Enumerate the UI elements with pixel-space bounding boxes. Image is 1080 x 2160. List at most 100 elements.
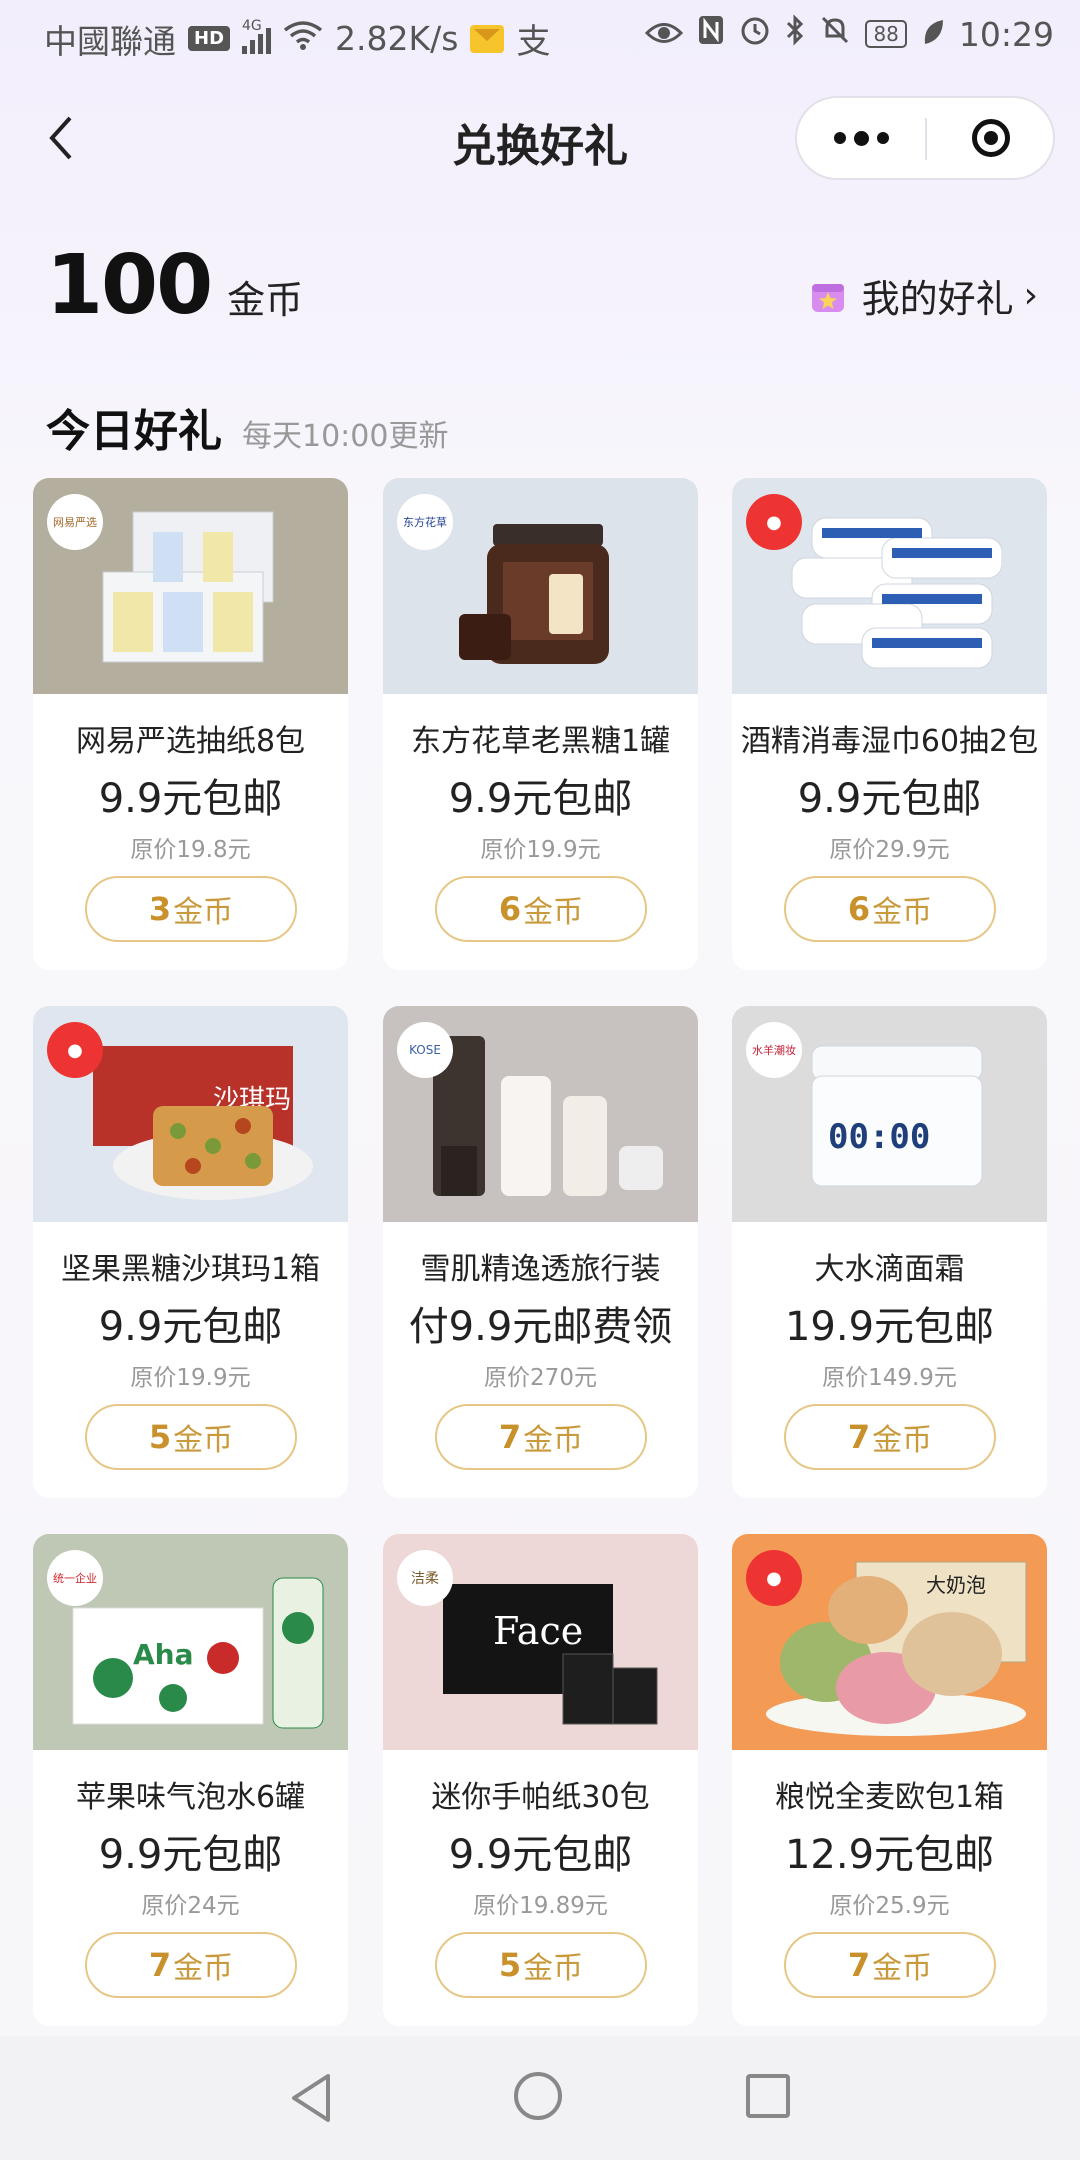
product-image: 东方花草 [383,478,698,694]
leaf-icon [921,15,945,54]
status-bar: 中國聯通 HD 4G 2.82K/s 支 88 10:29 [0,0,1080,72]
mute-bell-icon [819,14,851,54]
my-gifts-link[interactable]: 我的好礼 › [810,268,1038,323]
original-price: 原价270元 [484,1365,597,1391]
jd-mascot-logo: ● [746,494,802,550]
pocket-tissue-box-image: Face [443,1584,658,1725]
section-subtitle: 每天10:00更新 [242,419,449,454]
redeem-button[interactable]: 7 金币 [435,1404,647,1470]
box-brand: 大奶泡 [926,1573,986,1597]
coin-unit-label: 金币 [173,1423,234,1458]
nav-bar: 兑换好礼 [0,88,1080,188]
original-price: 原价25.9元 [829,1893,950,1919]
clock-time: 10:29 [958,14,1054,54]
alarm-icon [739,14,771,54]
product-name: 酒精消毒湿巾60抽2包 [740,724,1039,759]
original-price: 原价24元 [141,1893,240,1919]
product-card[interactable]: Aha 统一企业 苹果味气泡水6罐 9.9元包邮 原价24元 7 金币 [33,1534,348,2026]
coin-cost: 7 [847,1418,871,1456]
brand-logo: 洁柔 [397,1550,453,1606]
eye-icon [645,15,684,54]
coin-unit-label: 金币 [872,1951,933,1986]
coin-cost: 7 [148,1946,172,1984]
section-title: 今日好礼 [46,406,222,457]
coin-amount: 100 [46,238,213,333]
redeem-button[interactable]: 6 金币 [784,876,996,942]
more-button[interactable] [797,98,925,178]
brand-logo: 东方花草 [397,494,453,550]
redeem-button[interactable]: 6 金币 [435,876,647,942]
coin-cost: 7 [498,1418,522,1456]
jar-label: 00:00 [828,1117,930,1157]
product-name: 苹果味气泡水6罐 [75,1780,306,1815]
coin-unit: 金币 [227,278,304,322]
redeem-button[interactable]: 7 金币 [784,1932,996,1998]
original-price: 原价149.9元 [822,1365,957,1391]
more-dot-icon [833,132,846,144]
product-price: 9.9元包邮 [448,1832,633,1878]
redeem-button[interactable]: 7 金币 [85,1932,297,1998]
product-card[interactable]: 东方花草 东方花草老黑糖1罐 9.9元包邮 原价19.9元 6 金币 [383,478,698,970]
face-cream-jar-image: 00:00 [811,1045,983,1187]
product-price: 19.9元包邮 [784,1304,995,1350]
coin-cost: 3 [148,890,172,928]
system-navigation-bar [0,2036,1080,2160]
chevron-right-icon: › [1023,275,1038,316]
redeem-button[interactable]: 3 金币 [85,876,297,942]
original-price: 原价19.8元 [130,837,251,863]
nav-recent-square-icon[interactable] [746,2074,790,2118]
redeem-button[interactable]: 5 金币 [85,1404,297,1470]
close-miniprogram-button[interactable] [927,98,1055,178]
product-price: 12.9元包邮 [784,1832,995,1878]
product-price: 9.9元包邮 [448,776,633,822]
section-header: 今日好礼 每天10:00更新 [46,395,448,459]
product-card[interactable]: Face 洁柔 迷你手帕纸30包 9.9元包邮 原价19.89元 5 金币 [383,1534,698,2026]
coin-unit-label: 金币 [173,1951,234,1986]
brand-logo: 水羊潮妆 [746,1022,802,1078]
signal-icon: 4G [242,18,272,54]
wifi-icon [283,19,323,58]
skincare-set-image [433,1036,663,1196]
product-card[interactable]: 网易严选 网易严选抽纸8包 9.9元包邮 原价19.8元 3 金币 [33,478,348,970]
original-price: 原价19.89元 [473,1893,608,1919]
coin-unit-label: 金币 [523,895,584,930]
coin-balance: 100 金币 [46,238,303,333]
product-name: 东方花草老黑糖1罐 [410,724,671,759]
product-image: 沙琪玛 ● [33,1006,348,1222]
nfc-icon [697,14,725,54]
product-price: 9.9元包邮 [98,1304,283,1350]
coin-unit-label: 金币 [872,895,933,930]
product-name: 粮悦全麦欧包1箱 [774,1780,1005,1815]
more-dot-icon [876,132,889,144]
coin-cost: 5 [148,1418,172,1456]
more-dot-icon [853,130,869,146]
product-name: 网易严选抽纸8包 [75,724,306,759]
product-card[interactable]: 沙琪玛 ● 坚果黑糖沙琪玛1箱 9.9元包邮 原价19.9元 5 金币 [33,1006,348,1498]
brand-logo: 网易严选 [47,494,103,550]
product-image: ● [732,478,1047,694]
product-card[interactable]: KOSE 雪肌精逸透旅行装 付9.9元邮费领 原价270元 7 金币 [383,1006,698,1498]
redeem-button[interactable]: 5 金币 [435,1932,647,1998]
shaqima-box-image: 沙琪玛 [93,1046,313,1200]
product-price: 付9.9元邮费领 [408,1304,673,1350]
brown-sugar-jar-image [459,524,609,664]
product-image: 00:00 水羊潮妆 [732,1006,1047,1222]
original-price: 原价19.9元 [480,837,601,863]
product-name: 坚果黑糖沙琪玛1箱 [60,1252,321,1287]
redeem-button[interactable]: 7 金币 [784,1404,996,1470]
product-price: 9.9元包邮 [98,1832,283,1878]
product-name: 大水滴面霜 [814,1252,965,1287]
product-card[interactable]: 00:00 水羊潮妆 大水滴面霜 19.9元包邮 原价149.9元 7 金币 [732,1006,1047,1498]
nav-back-triangle-icon[interactable] [288,2072,334,2124]
mail-notification-icon [470,24,505,53]
brand-logo: 统一企业 [47,1550,103,1606]
nav-home-circle-icon[interactable] [514,2072,562,2120]
coin-unit-label: 金币 [523,1951,584,1986]
product-price: 9.9元包邮 [797,776,982,822]
product-card[interactable]: ● 酒精消毒湿巾60抽2包 9.9元包邮 原价29.9元 6 金币 [732,478,1047,970]
target-icon [972,119,1010,157]
product-card[interactable]: 大奶泡 ● 粮悦全麦欧包1箱 12.9元包邮 原价25.9元 7 金币 [732,1534,1047,2026]
original-price: 原价19.9元 [130,1365,251,1391]
miniprogram-capsule [795,96,1055,180]
product-image: 大奶泡 ● [732,1534,1047,1750]
